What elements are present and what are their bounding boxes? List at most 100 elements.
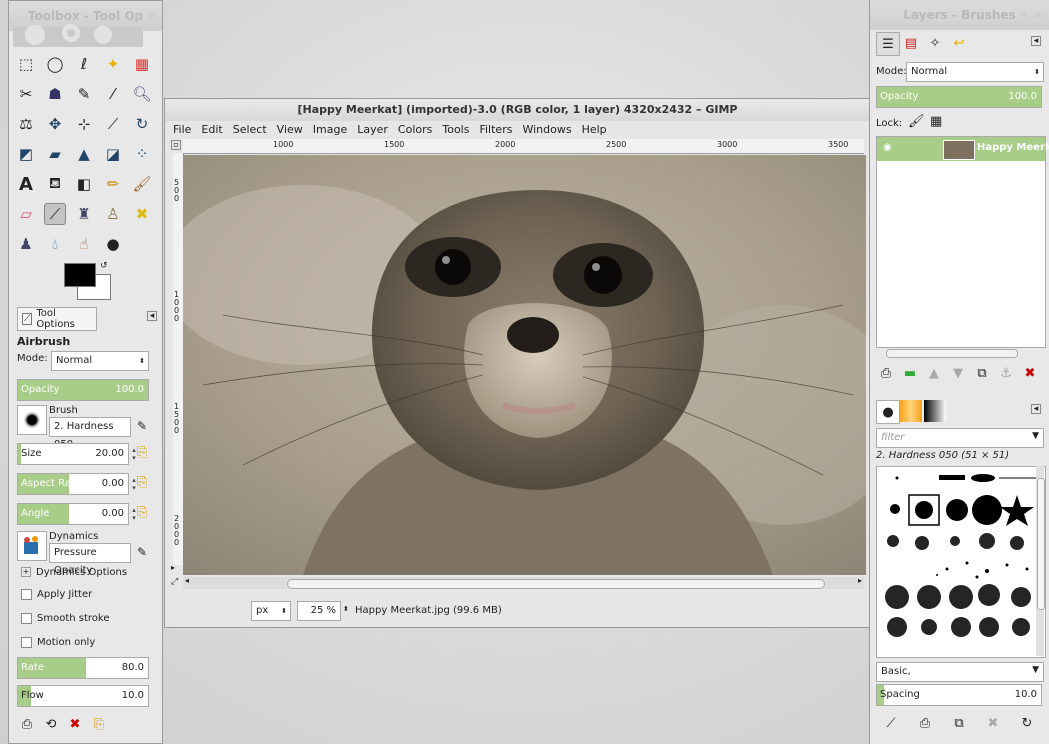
apply-jitter-checkbox[interactable]: Apply Jitter	[21, 589, 92, 600]
smooth-stroke-checkbox[interactable]: Smooth stroke	[21, 613, 110, 624]
menu-file[interactable]: File	[173, 121, 191, 139]
dynamics-preview[interactable]	[17, 531, 47, 561]
scroll-left-icon[interactable]: ◂	[185, 576, 189, 585]
reset-size-icon[interactable]: ⎘	[137, 445, 147, 460]
flip-icon[interactable]: ◪	[102, 143, 124, 165]
brushes-grid[interactable]	[876, 466, 1046, 658]
scissors-icon[interactable]: ✂	[15, 83, 37, 105]
reset-options-icon[interactable]: ⎘	[87, 717, 111, 732]
anchor-layer-icon[interactable]: ⚓	[994, 366, 1018, 381]
refresh-brushes-icon[interactable]: ↻	[1010, 716, 1044, 731]
eraser-icon[interactable]: ▱	[15, 203, 37, 225]
layer-visibility-eye-icon[interactable]: ◉	[883, 142, 892, 153]
scrollbar-thumb[interactable]	[287, 579, 825, 589]
foreground-color-swatch[interactable]	[64, 263, 96, 287]
menu-edit[interactable]: Edit	[201, 121, 222, 139]
image-window-title[interactable]: [Happy Meerkat] (imported)-3.0 (RGB colo…	[165, 99, 870, 121]
layer-opacity-slider[interactable]: Opacity 100.0	[876, 86, 1042, 108]
reset-aspect-icon[interactable]: ⎘	[137, 475, 147, 490]
opacity-slider[interactable]: Opacity 100.0	[17, 379, 149, 401]
delete-layer-icon[interactable]: ✖	[1018, 366, 1042, 381]
ellipse-select-icon[interactable]: ◯	[44, 53, 66, 75]
paintbrush-icon[interactable]: 🖌︎	[131, 173, 153, 195]
text-icon[interactable]: A	[15, 173, 37, 195]
quick-mask-icon[interactable]: ▸	[171, 563, 175, 572]
tab-tool-options[interactable]: ⟋ Tool Options	[17, 307, 97, 331]
menu-view[interactable]: View	[277, 121, 303, 139]
menu-colors[interactable]: Colors	[398, 121, 432, 139]
raise-layer-icon[interactable]: ▲	[922, 366, 946, 381]
dock-titlebar[interactable]: Layers - Brushes + ×	[870, 0, 1049, 30]
color-picker-icon[interactable]: ⁄	[102, 83, 124, 105]
menu-filters[interactable]: Filters	[479, 121, 512, 139]
brush-name-field[interactable]: 2. Hardness 050	[49, 417, 131, 450]
restore-options-icon[interactable]: ⟲	[39, 717, 63, 732]
perspective-icon[interactable]: ▲	[73, 143, 95, 165]
edit-brush-button-icon[interactable]: ⟋	[874, 716, 908, 731]
paths-icon[interactable]: ✎	[73, 83, 95, 105]
tag-dropdown-icon[interactable]: ▼	[1032, 665, 1039, 675]
move-icon[interactable]: ✥	[44, 113, 66, 135]
navigate-icon[interactable]: ⤢	[171, 577, 178, 587]
shear-icon[interactable]: ▰	[44, 143, 66, 165]
dynamics-options-expander[interactable]: + Dynamics Options	[21, 567, 127, 578]
brush-filter-input[interactable]: filter	[876, 428, 1044, 448]
measure-icon[interactable]: ⚖	[15, 113, 37, 135]
align-icon[interactable]: ⊹	[73, 113, 95, 135]
zoom-field[interactable]: 25 %	[297, 601, 341, 621]
new-brush-icon[interactable]: ⎙	[908, 716, 942, 731]
edit-dynamics-icon[interactable]: ✎	[137, 545, 147, 559]
aspect-ratio-slider[interactable]: Aspect Ratio 0.00 ▴ ▾	[17, 473, 136, 495]
delete-options-icon[interactable]: ✖	[63, 717, 87, 732]
free-select-icon[interactable]: ℓ	[73, 53, 95, 75]
layers-tab-icon[interactable]: ☰	[876, 32, 900, 56]
size-slider[interactable]: Size 20.00 ▴ ▾	[17, 443, 136, 465]
layer-row[interactable]: ◉ Happy Meerkat	[877, 137, 1049, 161]
paths-tab-icon[interactable]: ✧	[924, 32, 946, 54]
lock-pixels-icon[interactable]: 🖌︎	[908, 114, 925, 129]
ink-icon[interactable]: ♜	[73, 203, 95, 225]
dynamics-name-field[interactable]: Pressure Opacity	[49, 543, 131, 576]
new-group-icon[interactable]: ▬	[898, 366, 922, 381]
airbrush-icon[interactable]: ⟋	[44, 203, 66, 225]
swap-colors-icon[interactable]: ↺	[100, 261, 108, 271]
fuzzy-select-icon[interactable]: ✦	[102, 53, 124, 75]
bucket-fill-icon[interactable]: ⛾	[44, 173, 66, 195]
lower-layer-icon[interactable]: ▼	[946, 366, 970, 381]
menu-help[interactable]: Help	[582, 121, 607, 139]
new-layer-icon[interactable]: ⎙	[874, 366, 898, 381]
cage-transform-icon[interactable]: ⁘	[131, 143, 153, 165]
horizontal-scrollbar[interactable]: ◂ ▸	[183, 576, 864, 589]
undo-tab-icon[interactable]: ↩	[948, 32, 970, 54]
scroll-right-icon[interactable]: ▸	[858, 576, 862, 585]
layer-name[interactable]: Happy Meerkat	[977, 142, 1049, 153]
smudge-icon[interactable]: ☝	[73, 233, 95, 255]
zoom-arrows-icon[interactable]: ⬍	[343, 605, 349, 613]
menu-image[interactable]: Image	[313, 121, 347, 139]
blend-icon[interactable]: ◧	[73, 173, 95, 195]
delete-brush-icon[interactable]: ✖	[976, 716, 1010, 731]
duplicate-brush-icon[interactable]: ⧉	[942, 716, 976, 731]
dock-window-controls[interactable]: + ×	[1019, 0, 1043, 30]
brush-preview[interactable]	[17, 405, 47, 435]
foreground-select-icon[interactable]: ☗	[44, 83, 66, 105]
edit-brush-icon[interactable]: ✎	[137, 419, 147, 433]
duplicate-layer-icon[interactable]: ⧉	[970, 366, 994, 381]
brush-tag-select[interactable]: Basic,	[876, 662, 1044, 682]
unit-select[interactable]: px ⬍	[251, 601, 291, 621]
angle-slider[interactable]: Angle 0.00 ▴ ▾	[17, 503, 136, 525]
pencil-icon[interactable]: ✏	[102, 173, 124, 195]
patterns-tab-icon[interactable]	[900, 400, 922, 422]
scale-icon[interactable]: ◩	[15, 143, 37, 165]
blur-icon[interactable]: 💧︎	[44, 233, 66, 255]
brushes-vscrollbar[interactable]	[1036, 466, 1045, 656]
quick-mask-corner-icon[interactable]: ▫	[171, 140, 181, 150]
menu-windows[interactable]: Windows	[522, 121, 571, 139]
dock-configure-icon[interactable]: ◂	[1031, 36, 1041, 46]
spacing-slider[interactable]: Spacing 10.0	[876, 684, 1042, 706]
brushes-configure-icon[interactable]: ◂	[1031, 404, 1041, 414]
layer-mode-select[interactable]: Normal ⬍	[906, 62, 1044, 82]
filter-dropdown-icon[interactable]: ▼	[1032, 431, 1039, 441]
channels-tab-icon[interactable]: ▤	[900, 32, 922, 54]
zoom-icon[interactable]: 🔍︎	[131, 83, 153, 105]
